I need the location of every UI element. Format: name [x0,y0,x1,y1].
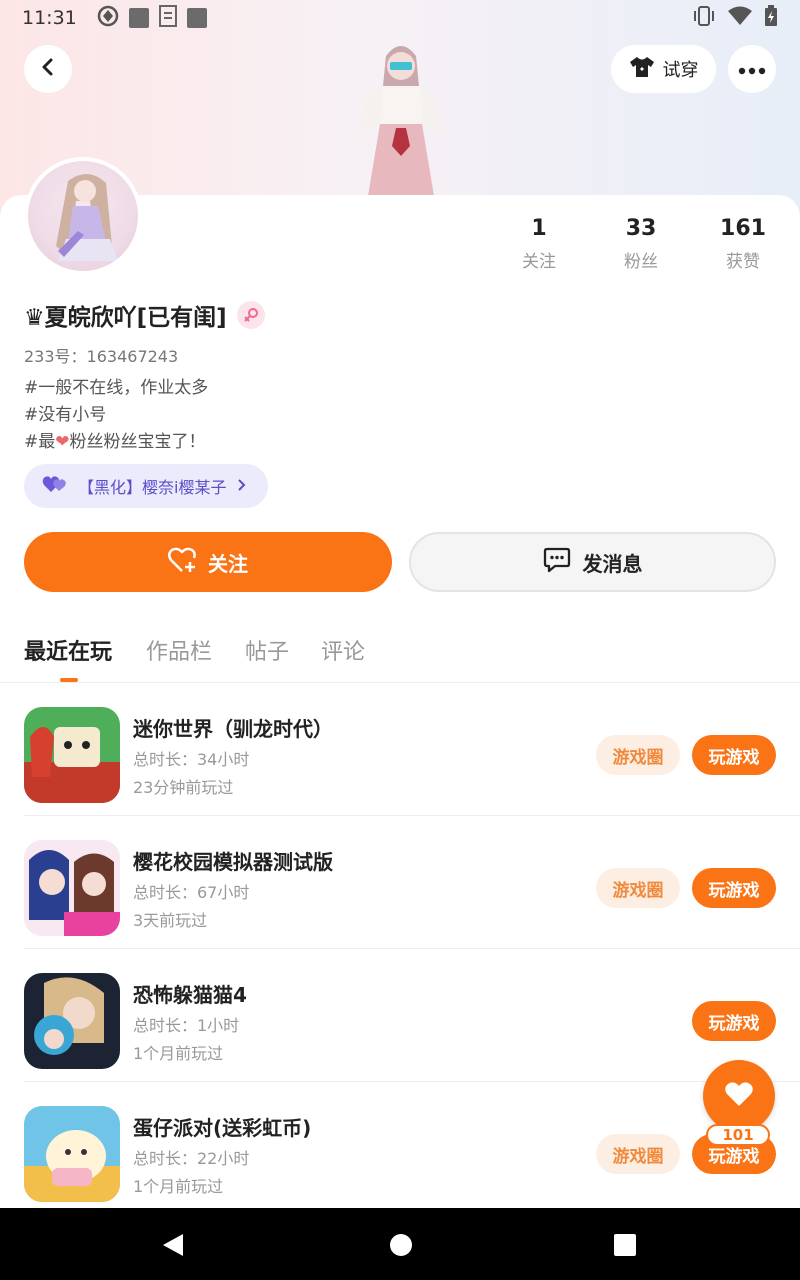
bio: #一般不在线，作业太多 #没有小号 #最❤粉丝粉丝宝宝了！ [24,375,208,456]
game-circle-button[interactable]: 游戏圈 [596,868,680,908]
tab-posts[interactable]: 帖子 [245,634,289,666]
stat-fans-label: 粉丝 [624,252,658,272]
username-row: ♛夏皖欣吖[已有闺] [24,298,265,332]
game-duration: 总时长：1小时 [133,1016,240,1035]
relation-chip[interactable]: 【黑化】樱奈i樱某子 [24,464,269,508]
list-item[interactable]: 樱花校园模拟器测试版 总时长：67小时 3天前玩过 游戏圈 玩游戏 [0,816,800,949]
document-icon [158,5,177,31]
list-item[interactable]: 恐怖躲猫猫4 总时长：1小时 1个月前玩过 玩游戏 [0,949,800,1082]
like-floating-button[interactable] [703,1060,775,1132]
vibrate-icon [692,5,716,31]
chevron-right-icon [236,477,246,496]
stat-likes-value: 161 [720,216,766,241]
game-last-played: 23分钟前玩过 [133,778,234,797]
game-icon [24,840,120,936]
bio-line: #一般不在线，作业太多 [24,378,209,398]
more-dots-icon [738,60,766,79]
tshirt-icon [629,56,655,83]
more-options-button[interactable] [728,45,776,93]
game-circle-button[interactable]: 游戏圈 [596,1134,680,1174]
follow-button[interactable]: 关注 [24,532,392,592]
try-on-label: 试穿 [662,60,699,81]
female-gender-icon [236,301,265,329]
game-icon [24,973,120,1069]
nav-recents-icon[interactable] [612,1232,638,1258]
list-item[interactable]: 迷你世界（驯龙时代） 总时长：34小时 23分钟前玩过 游戏圈 玩游戏 [0,683,800,816]
chevron-left-icon [38,57,58,81]
stat-following-value: 1 [531,216,547,241]
heart-plus-icon [168,547,198,578]
game-last-played: 1个月前玩过 [133,1177,224,1196]
relation-label: 【黑化】樱奈i樱某子 [78,478,227,497]
wifi-icon [728,6,752,30]
stat-likes-label: 获赞 [726,252,760,272]
battery-icon [764,5,778,31]
bio-line-suffix: 粉丝粉丝宝宝了！ [69,432,206,452]
stat-following[interactable]: 1 关注 [494,216,584,272]
game-icon [24,1106,120,1202]
chat-bubble-icon [543,547,571,578]
app-notification-icon [97,5,119,31]
like-count-badge: 101 [706,1124,770,1146]
game-duration: 总时长：22小时 [133,1149,250,1168]
stat-fans-value: 33 [625,216,657,241]
stat-likes[interactable]: 161 获赞 [698,216,788,272]
list-item[interactable]: 蛋仔派对(送彩虹币) 总时长：22小时 1个月前玩过 游戏圈 玩游戏 [0,1082,800,1215]
game-last-played: 1个月前玩过 [133,1044,224,1063]
tab-recently-played[interactable]: 最近在玩 [24,634,112,666]
bio-line: #没有小号 [24,405,107,425]
play-game-button[interactable]: 玩游戏 [692,1001,776,1041]
status-time: 11:31 [22,7,77,29]
game-duration: 总时长：34小时 [133,750,250,769]
bio-line-prefix: #最 [24,432,56,452]
heart-icon: ❤ [55,432,70,452]
stat-following-label: 关注 [522,252,556,272]
profile-tabs: 最近在玩 作品栏 帖子 评论 [0,630,800,683]
heart-icon [724,1081,754,1111]
game-title: 迷你世界（驯龙时代） [133,717,333,741]
game-icon [24,707,120,803]
bio-line: #最❤粉丝粉丝宝宝了！ [24,429,208,456]
user-id: 233号：163467243 [24,347,179,366]
tab-indicator [60,678,78,682]
game-last-played: 3天前玩过 [133,911,208,930]
avatar-3d-figure [346,36,456,196]
stat-fans[interactable]: 33 粉丝 [596,216,686,272]
status-bar: 11:31 [0,0,800,36]
game-title: 蛋仔派对(送彩虹币) [133,1116,312,1140]
username: ♛夏皖欣吖[已有闺] [24,305,227,331]
message-button[interactable]: 发消息 [409,532,776,592]
tab-works[interactable]: 作品栏 [146,634,212,666]
nav-home-icon[interactable] [388,1232,414,1258]
play-game-button[interactable]: 玩游戏 [692,735,776,775]
message-label: 发消息 [582,551,643,576]
avatar[interactable] [24,157,142,275]
game-title: 樱花校园模拟器测试版 [133,850,333,874]
game-title: 恐怖躲猫猫4 [133,983,247,1007]
follow-label: 关注 [208,551,248,576]
back-button[interactable] [24,45,72,93]
game-circle-button[interactable]: 游戏圈 [596,735,680,775]
system-navigation-bar [0,1208,800,1280]
notification-icon [128,8,149,28]
tab-comments[interactable]: 评论 [321,634,365,666]
notification-icon [186,8,207,28]
try-on-button[interactable]: 试穿 [611,45,716,93]
nav-back-icon[interactable] [160,1232,186,1258]
double-heart-icon [42,475,68,497]
game-duration: 总时长：67小时 [133,883,250,902]
play-game-button[interactable]: 玩游戏 [692,868,776,908]
